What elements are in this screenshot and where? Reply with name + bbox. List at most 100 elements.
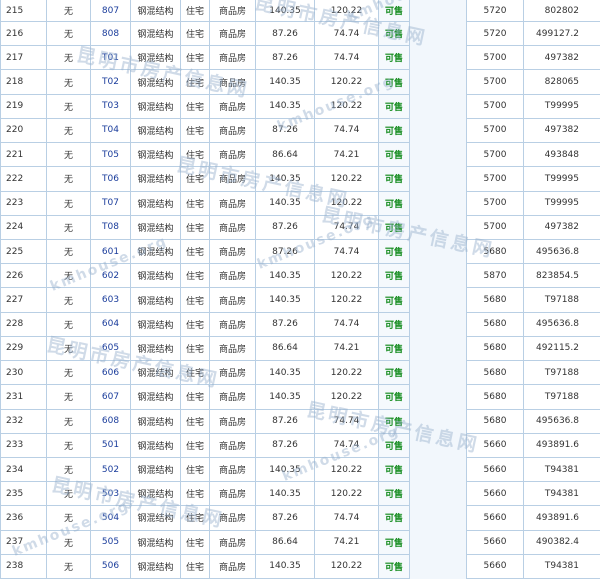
inner-area-cell: 74.74	[315, 433, 379, 457]
spacer-cell	[410, 143, 467, 167]
room-number-link[interactable]: T03	[91, 94, 131, 118]
table-row: 229无605钢混结构住宅商品房86.6474.21可售5680492115.2	[1, 336, 600, 360]
spacer-cell	[410, 264, 467, 288]
floor-cell: 无	[47, 46, 91, 70]
spacer-cell	[410, 409, 467, 433]
room-number-link[interactable]: 505	[91, 530, 131, 554]
room-number-link[interactable]: T06	[91, 167, 131, 191]
row-index: 231	[1, 385, 47, 409]
table-row: 227无603钢混结构住宅商品房140.35120.22可售5680T97188	[1, 288, 600, 312]
property-type-cell: 商品房	[210, 312, 256, 336]
inner-area-cell: 120.22	[315, 94, 379, 118]
structure-cell: 钢混结构	[131, 288, 181, 312]
spacer-cell	[410, 361, 467, 385]
total-price-cell: 497382	[524, 118, 600, 142]
room-number-link[interactable]: 601	[91, 239, 131, 263]
unit-price-cell: 5720	[467, 22, 524, 46]
status-cell: 可售	[379, 215, 410, 239]
status-cell: 可售	[379, 312, 410, 336]
row-index: 223	[1, 191, 47, 215]
table-row: 234无502钢混结构住宅商品房140.35120.22可售5660T94381	[1, 457, 600, 481]
room-number-link[interactable]: T02	[91, 70, 131, 94]
total-price-cell: 493891.6	[524, 506, 600, 530]
property-type-cell: 商品房	[210, 191, 256, 215]
floor-cell: 无	[47, 70, 91, 94]
room-number-link[interactable]: 606	[91, 361, 131, 385]
room-number-link[interactable]: T07	[91, 191, 131, 215]
room-number-link[interactable]: 607	[91, 385, 131, 409]
floor-cell: 无	[47, 482, 91, 506]
room-number-link[interactable]: 501	[91, 433, 131, 457]
total-price-cell: T97188	[524, 385, 600, 409]
room-number-link[interactable]: 605	[91, 336, 131, 360]
usage-cell: 住宅	[181, 554, 210, 578]
floor-cell: 无	[47, 118, 91, 142]
building-area-cell: 86.64	[256, 143, 315, 167]
usage-cell: 住宅	[181, 0, 210, 22]
room-number-link[interactable]: 504	[91, 506, 131, 530]
floor-cell: 无	[47, 167, 91, 191]
structure-cell: 钢混结构	[131, 433, 181, 457]
building-area-cell: 87.26	[256, 409, 315, 433]
property-type-cell: 商品房	[210, 167, 256, 191]
room-number-link[interactable]: T04	[91, 118, 131, 142]
total-price-cell: 493891.6	[524, 433, 600, 457]
building-area-cell: 140.35	[256, 167, 315, 191]
room-number-link[interactable]: 808	[91, 22, 131, 46]
property-type-cell: 商品房	[210, 409, 256, 433]
row-index: 230	[1, 361, 47, 385]
room-number-link[interactable]: 503	[91, 482, 131, 506]
usage-cell: 住宅	[181, 70, 210, 94]
room-number-link[interactable]: T08	[91, 215, 131, 239]
building-area-cell: 87.26	[256, 433, 315, 457]
table-row: 224无T08钢混结构住宅商品房87.2674.74可售5700497382	[1, 215, 600, 239]
row-index: 236	[1, 506, 47, 530]
room-number-link[interactable]: 608	[91, 409, 131, 433]
table-row: 231无607钢混结构住宅商品房140.35120.22可售5680T97188	[1, 385, 600, 409]
floor-cell: 无	[47, 288, 91, 312]
structure-cell: 钢混结构	[131, 94, 181, 118]
spacer-cell	[410, 167, 467, 191]
inner-area-cell: 120.22	[315, 482, 379, 506]
building-area-cell: 140.35	[256, 288, 315, 312]
status-cell: 可售	[379, 94, 410, 118]
status-cell: 可售	[379, 457, 410, 481]
floor-cell: 无	[47, 361, 91, 385]
room-number-link[interactable]: T01	[91, 46, 131, 70]
unit-price-cell: 5660	[467, 482, 524, 506]
room-number-link[interactable]: 603	[91, 288, 131, 312]
floor-cell: 无	[47, 457, 91, 481]
usage-cell: 住宅	[181, 143, 210, 167]
row-index: 222	[1, 167, 47, 191]
spacer-cell	[410, 336, 467, 360]
table-row: 216无808钢混结构住宅商品房87.2674.74可售5720499127.2	[1, 22, 600, 46]
spacer-cell	[410, 482, 467, 506]
total-price-cell: 497382	[524, 215, 600, 239]
total-price-cell: 493848	[524, 143, 600, 167]
usage-cell: 住宅	[181, 239, 210, 263]
room-number-link[interactable]: 502	[91, 457, 131, 481]
unit-price-cell: 5680	[467, 288, 524, 312]
floor-cell: 无	[47, 215, 91, 239]
spacer-cell	[410, 288, 467, 312]
room-number-link[interactable]: T05	[91, 143, 131, 167]
property-type-cell: 商品房	[210, 554, 256, 578]
unit-price-cell: 5660	[467, 457, 524, 481]
floor-cell: 无	[47, 409, 91, 433]
room-number-link[interactable]: 807	[91, 0, 131, 22]
room-number-link[interactable]: 604	[91, 312, 131, 336]
usage-cell: 住宅	[181, 433, 210, 457]
unit-price-cell: 5700	[467, 191, 524, 215]
property-type-cell: 商品房	[210, 530, 256, 554]
table-row: 221无T05钢混结构住宅商品房86.6474.21可售5700493848	[1, 143, 600, 167]
room-number-link[interactable]: 602	[91, 264, 131, 288]
building-area-cell: 140.35	[256, 264, 315, 288]
building-area-cell: 87.26	[256, 215, 315, 239]
row-index: 219	[1, 94, 47, 118]
room-number-link[interactable]: 506	[91, 554, 131, 578]
usage-cell: 住宅	[181, 118, 210, 142]
row-index: 232	[1, 409, 47, 433]
floor-cell: 无	[47, 506, 91, 530]
property-type-cell: 商品房	[210, 70, 256, 94]
structure-cell: 钢混结构	[131, 191, 181, 215]
